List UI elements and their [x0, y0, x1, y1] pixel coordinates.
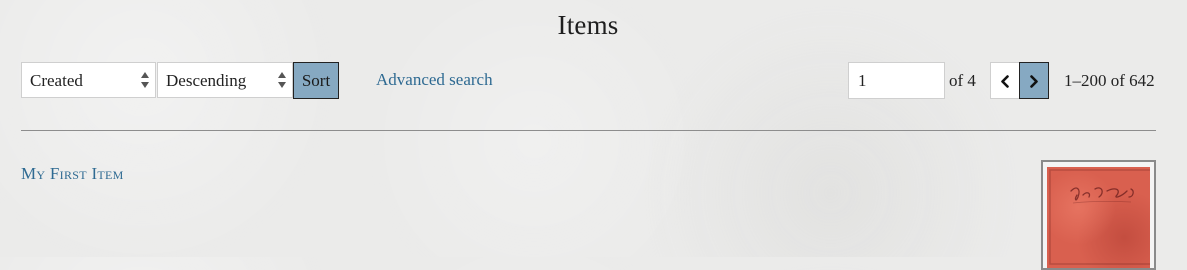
- select-arrows-icon: [141, 71, 149, 89]
- sort-field-value: Created: [30, 71, 83, 90]
- previous-page-button[interactable]: [990, 62, 1020, 99]
- book-cover-title-art: [1049, 169, 1150, 265]
- sort-button[interactable]: Sort: [293, 62, 339, 99]
- sort-order-select[interactable]: Descending: [157, 62, 293, 98]
- item-title-link[interactable]: My First Item: [21, 164, 124, 184]
- divider: [21, 130, 1156, 131]
- sort-field-select[interactable]: Created: [21, 62, 156, 98]
- results-range: 1–200 of 642: [1064, 71, 1155, 90]
- page-number-input[interactable]: 1: [848, 62, 945, 99]
- book-cover-image: [1047, 167, 1150, 268]
- item-thumbnail[interactable]: [1041, 160, 1156, 270]
- page-title: Items: [557, 10, 619, 40]
- select-arrows-icon: [278, 71, 286, 89]
- chevron-left-icon: [1001, 75, 1009, 88]
- advanced-search-link[interactable]: Advanced search: [376, 70, 493, 90]
- next-page-button[interactable]: [1019, 62, 1049, 99]
- page-count-label: of 4: [949, 71, 976, 90]
- chevron-right-icon: [1030, 75, 1038, 88]
- sort-order-value: Descending: [166, 71, 247, 90]
